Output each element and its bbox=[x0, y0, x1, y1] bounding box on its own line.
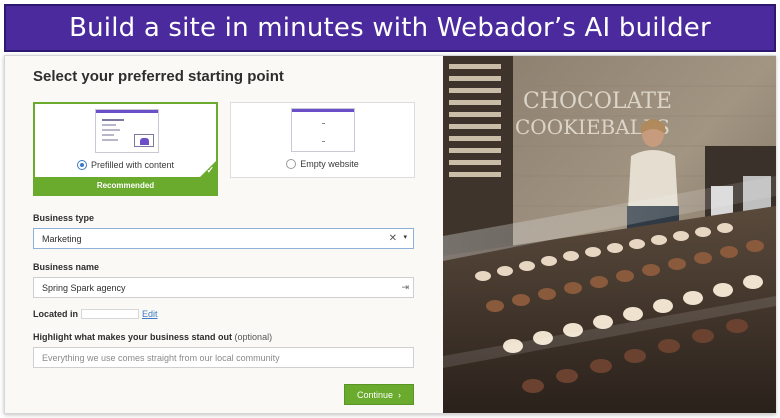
chevron-right-icon: › bbox=[398, 389, 402, 400]
business-type-select[interactable]: Marketing ✕ ▾ bbox=[33, 228, 414, 249]
highlight-input[interactable]: Everything we use comes straight from ou… bbox=[33, 347, 414, 368]
location-row: Located in Edit bbox=[33, 309, 158, 319]
highlight-placeholder: Everything we use comes straight from ou… bbox=[42, 352, 280, 363]
recommended-badge: Recommended bbox=[35, 177, 216, 194]
banner-title: Build a site in minutes with Webador’s A… bbox=[69, 13, 711, 43]
option-prefilled-card[interactable]: Prefilled with content ✓ Recommended bbox=[33, 102, 218, 196]
radio-prefilled[interactable] bbox=[76, 160, 87, 170]
option-prefilled-label: Prefilled with content bbox=[90, 160, 175, 170]
check-icon: ✓ bbox=[206, 165, 214, 175]
business-type-label: Business type bbox=[33, 213, 95, 223]
prefilled-preview-thumbnail bbox=[95, 109, 159, 153]
business-name-input[interactable]: Spring Spark agency ⇥ bbox=[33, 277, 414, 298]
title-banner: Build a site in minutes with Webador’s A… bbox=[4, 4, 776, 52]
continue-label: Continue bbox=[356, 389, 394, 400]
form-heading: Select your preferred starting point bbox=[33, 68, 284, 85]
highlight-label: Highlight what makes your business stand… bbox=[33, 332, 272, 342]
business-type-value: Marketing bbox=[42, 233, 82, 244]
bakery-photo: CHOCOLATE COOKIEBALLS bbox=[443, 56, 776, 413]
option-prefilled-radio-row: Prefilled with content bbox=[35, 160, 216, 170]
radio-empty[interactable] bbox=[286, 159, 297, 169]
continue-button[interactable]: Continue › bbox=[344, 384, 414, 405]
option-empty-radio-row: Empty website bbox=[231, 159, 414, 169]
business-name-value: Spring Spark agency bbox=[42, 282, 126, 293]
empty-preview-thumbnail bbox=[291, 108, 355, 152]
option-empty-label: Empty website bbox=[300, 159, 359, 169]
highlight-label-text: Highlight what makes your business stand… bbox=[33, 332, 233, 342]
starting-point-form: Select your preferred starting point Pre… bbox=[5, 56, 443, 413]
optional-tag: (optional) bbox=[234, 332, 273, 342]
bakery-photo-illustration: CHOCOLATE COOKIEBALLS bbox=[443, 56, 776, 413]
screenshot-frame: Select your preferred starting point Pre… bbox=[4, 55, 776, 414]
location-edit-link[interactable]: Edit bbox=[142, 309, 158, 319]
clear-icon[interactable]: ✕ bbox=[389, 233, 397, 244]
option-empty-card[interactable]: Empty website bbox=[230, 102, 415, 178]
sign-line-1: CHOCOLATE bbox=[523, 89, 672, 114]
location-label: Located in bbox=[33, 309, 79, 319]
business-name-label: Business name bbox=[33, 262, 100, 272]
location-value-box bbox=[81, 309, 140, 319]
chevron-down-icon[interactable]: ▾ bbox=[403, 233, 407, 241]
autofill-icon[interactable]: ⇥ bbox=[401, 282, 409, 293]
